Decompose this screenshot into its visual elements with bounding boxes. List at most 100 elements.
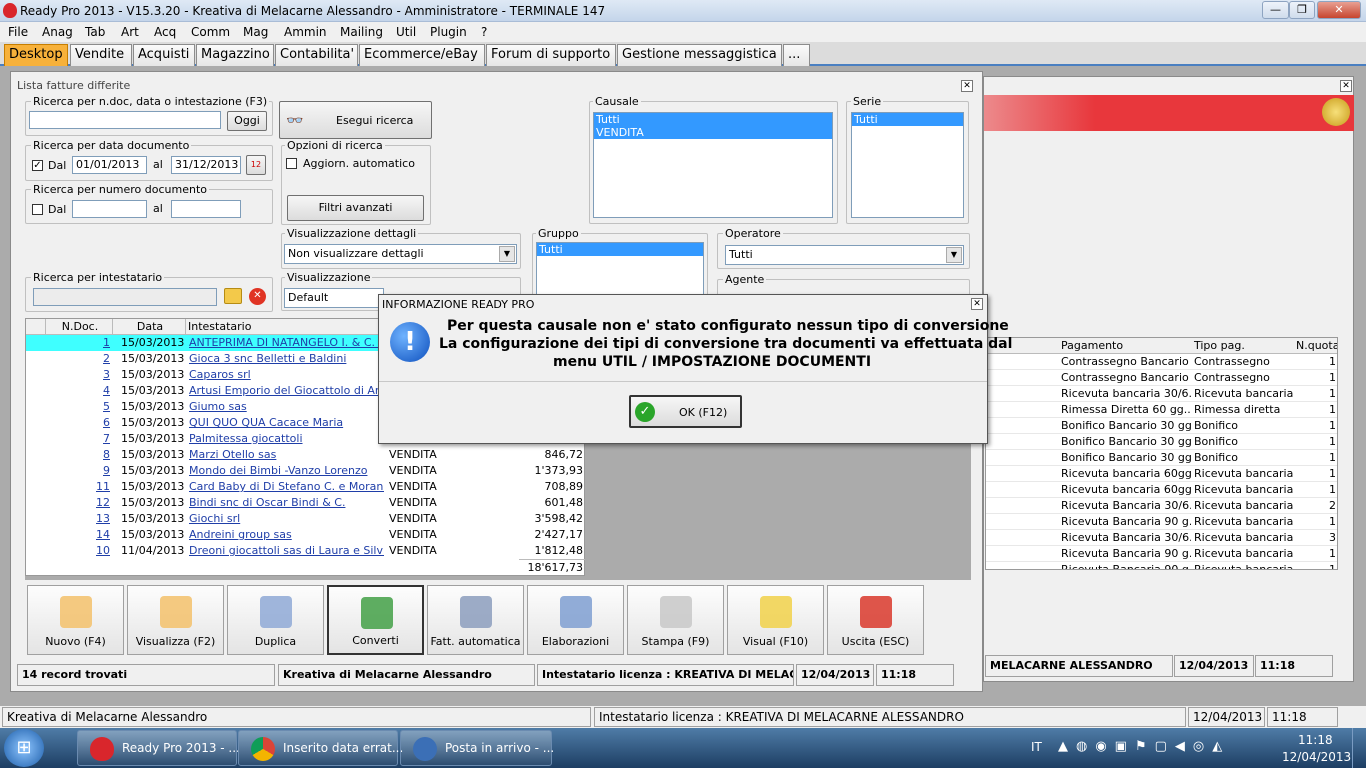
table-row[interactable]: Rimessa Diretta 60 gg.... Rimessa diretta… (986, 402, 1337, 418)
convert-button[interactable]: Converti (327, 585, 424, 655)
table-row[interactable]: 11 15/03/2013 Card Baby di Di Stefano C. e… (26, 479, 586, 495)
col-intestatario[interactable]: Intestatario (186, 319, 386, 335)
col-n-quota[interactable]: N.quota (1296, 339, 1337, 352)
menu-file[interactable]: File (8, 25, 28, 39)
execute-search-button[interactable]: 👓 Esegui ricerca (279, 101, 432, 139)
table-row[interactable]: Contrassegno Bancario ... Contrassegno 1 (986, 370, 1337, 386)
table-row[interactable]: Ricevuta Bancaria 90 g... Ricevuta bancar… (986, 546, 1337, 562)
clear-icon[interactable]: ✕ (249, 288, 266, 305)
print-button[interactable]: Stampa (F9) (627, 585, 724, 655)
table-row[interactable]: Bonifico Bancario 30 gg... Bonifico 1 (986, 418, 1337, 434)
tab-more[interactable]: ... (783, 44, 810, 66)
tab-magazzino[interactable]: Magazzino (196, 44, 274, 66)
table-row[interactable]: 14 15/03/2013 Andreini group sas VENDITA 2'4… (26, 527, 586, 543)
cell-ndoc[interactable]: 5 (46, 399, 110, 415)
cell-ndoc[interactable]: 4 (46, 383, 110, 399)
tab-forum[interactable]: Forum di supporto (486, 44, 616, 66)
processing-button[interactable]: Elaborazioni (527, 585, 624, 655)
menu-mag[interactable]: Mag (243, 25, 268, 39)
close-button[interactable]: ✕ (1317, 1, 1361, 19)
minimize-button[interactable]: — (1262, 1, 1289, 19)
table-row[interactable]: Ricevuta bancaria 30/6... Ricevuta bancar… (986, 386, 1337, 402)
table-row[interactable]: Ricevuta Bancaria 30/6... Ricevuta bancar… (986, 530, 1337, 546)
cell-ndoc[interactable]: 6 (46, 415, 110, 431)
new-button[interactable]: Nuovo (F4) (27, 585, 124, 655)
auto-update-checkbox[interactable] (286, 158, 297, 169)
table-row[interactable]: 10 11/04/2013 Dreoni giocattoli sas di Lau… (26, 543, 586, 559)
causale-item-vendita[interactable]: VENDITA (594, 126, 832, 139)
panel-close-icon[interactable]: ✕ (961, 80, 973, 92)
col-pagamento[interactable]: Pagamento (1061, 339, 1123, 352)
cell-intestatario[interactable]: Artusi Emporio del Giocattolo di Artusi … (189, 383, 384, 399)
table-row[interactable]: Ricevuta bancaria 60gg... Ricevuta bancar… (986, 482, 1337, 498)
tab-acquisti[interactable]: Acquisti (133, 44, 195, 66)
table-row[interactable]: Ricevuta bancaria 60gg... Ricevuta bancar… (986, 466, 1337, 482)
cell-ndoc[interactable]: 12 (46, 495, 110, 511)
cell-intestatario[interactable]: Marzi Otello sas (189, 447, 384, 463)
intestatario-input[interactable] (33, 288, 217, 306)
menu-comm[interactable]: Comm (191, 25, 230, 39)
taskbar-mail[interactable]: Posta in arrivo - ... (400, 730, 554, 766)
cell-ndoc[interactable]: 1 (46, 335, 110, 351)
tab-desktop[interactable]: Desktop (4, 44, 68, 66)
menu-help[interactable]: ? (481, 25, 487, 39)
cell-intestatario[interactable]: Caparos srl (189, 367, 384, 383)
table-row[interactable]: 12 15/03/2013 Bindi snc di Oscar Bindi & C… (26, 495, 586, 511)
chevron-down-icon[interactable]: ▼ (946, 247, 962, 263)
cell-intestatario[interactable]: Andreini group sas (189, 527, 384, 543)
cell-ndoc[interactable]: 14 (46, 527, 110, 543)
col-tipo-pag[interactable]: Tipo pag. (1194, 339, 1245, 352)
menu-mailing[interactable]: Mailing (340, 25, 383, 39)
table-row[interactable]: Bonifico Bancario 30 gg... Bonifico 1 (986, 450, 1337, 466)
cell-ndoc[interactable]: 8 (46, 447, 110, 463)
causale-list[interactable]: Tutti VENDITA (593, 112, 833, 218)
language-indicator[interactable]: IT (1031, 740, 1042, 754)
table-row[interactable]: 8 15/03/2013 Marzi Otello sas VENDITA 846,72 (26, 447, 586, 463)
num-from-checkbox[interactable] (32, 204, 43, 215)
advanced-filters-button[interactable]: Filtri avanzati (287, 195, 424, 221)
taskbar-readypro[interactable]: Ready Pro 2013 - ... (77, 730, 240, 766)
table-row[interactable]: Ricevuta Bancaria 30/6... Ricevuta bancar… (986, 498, 1337, 514)
calendar-icon[interactable]: 12 (246, 155, 266, 175)
cell-ndoc[interactable]: 11 (46, 479, 110, 495)
menu-tab[interactable]: Tab (85, 25, 105, 39)
menu-art[interactable]: Art (121, 25, 139, 39)
gruppo-item-tutti[interactable]: Tutti (537, 243, 703, 256)
tab-vendite[interactable]: Vendite (70, 44, 132, 66)
cell-ndoc[interactable]: 13 (46, 511, 110, 527)
date-from-checkbox[interactable]: ✓ (32, 160, 43, 171)
cell-intestatario[interactable]: ANTEPRIMA DI NATANGELO I. & C. S... (189, 335, 384, 351)
menu-util[interactable]: Util (396, 25, 416, 39)
cell-ndoc[interactable]: 10 (46, 543, 110, 559)
exit-button[interactable]: Uscita (ESC) (827, 585, 924, 655)
cell-ndoc[interactable]: 3 (46, 367, 110, 383)
cell-intestatario[interactable]: Bindi snc di Oscar Bindi & C. (189, 495, 384, 511)
tab-ecommerce[interactable]: Ecommerce/eBay (359, 44, 485, 66)
date-to-input[interactable]: 31/12/2013 (171, 156, 241, 174)
cell-intestatario[interactable]: Dreoni giocattoli sas di Laura e Silvia … (189, 543, 384, 559)
menu-plugin[interactable]: Plugin (430, 25, 467, 39)
cell-intestatario[interactable]: Mondo dei Bimbi -Vanzo Lorenzo (189, 463, 384, 479)
cell-intestatario[interactable]: Palmitessa giocattoli (189, 431, 384, 447)
taskbar-chrome[interactable]: Inserito data errat... (238, 730, 403, 766)
background-close-icon[interactable]: ✕ (1340, 80, 1352, 92)
num-from-input[interactable] (72, 200, 147, 218)
table-row[interactable]: 9 15/03/2013 Mondo dei Bimbi -Vanzo Lorenz… (26, 463, 586, 479)
oggi-button[interactable]: Oggi (227, 111, 267, 131)
tab-messaggistica[interactable]: Gestione messaggistica (617, 44, 782, 66)
tab-contabilita[interactable]: Contabilita' (275, 44, 358, 66)
search-doc-input[interactable] (29, 111, 221, 129)
menu-acq[interactable]: Acq (154, 25, 176, 39)
tray-icons[interactable]: ▲◍◉▣⚑▢◀◎◭ (1058, 739, 1230, 754)
menu-ammin[interactable]: Ammin (284, 25, 327, 39)
cell-intestatario[interactable]: Giochi srl (189, 511, 384, 527)
folder-icon[interactable] (224, 288, 242, 304)
duplicate-button[interactable]: Duplica (227, 585, 324, 655)
cell-ndoc[interactable]: 7 (46, 431, 110, 447)
table-row[interactable]: Contrassegno Bancario ... Contrassegno 1 (986, 354, 1337, 370)
chevron-down-icon[interactable]: ▼ (499, 246, 515, 262)
maximize-button[interactable]: ❐ (1289, 1, 1315, 19)
table-row[interactable]: 13 15/03/2013 Giochi srl VENDITA 3'598,42 (26, 511, 586, 527)
ok-button[interactable]: ✓ OK (F12) (629, 395, 742, 428)
gruppo-list[interactable]: Tutti (536, 242, 704, 298)
